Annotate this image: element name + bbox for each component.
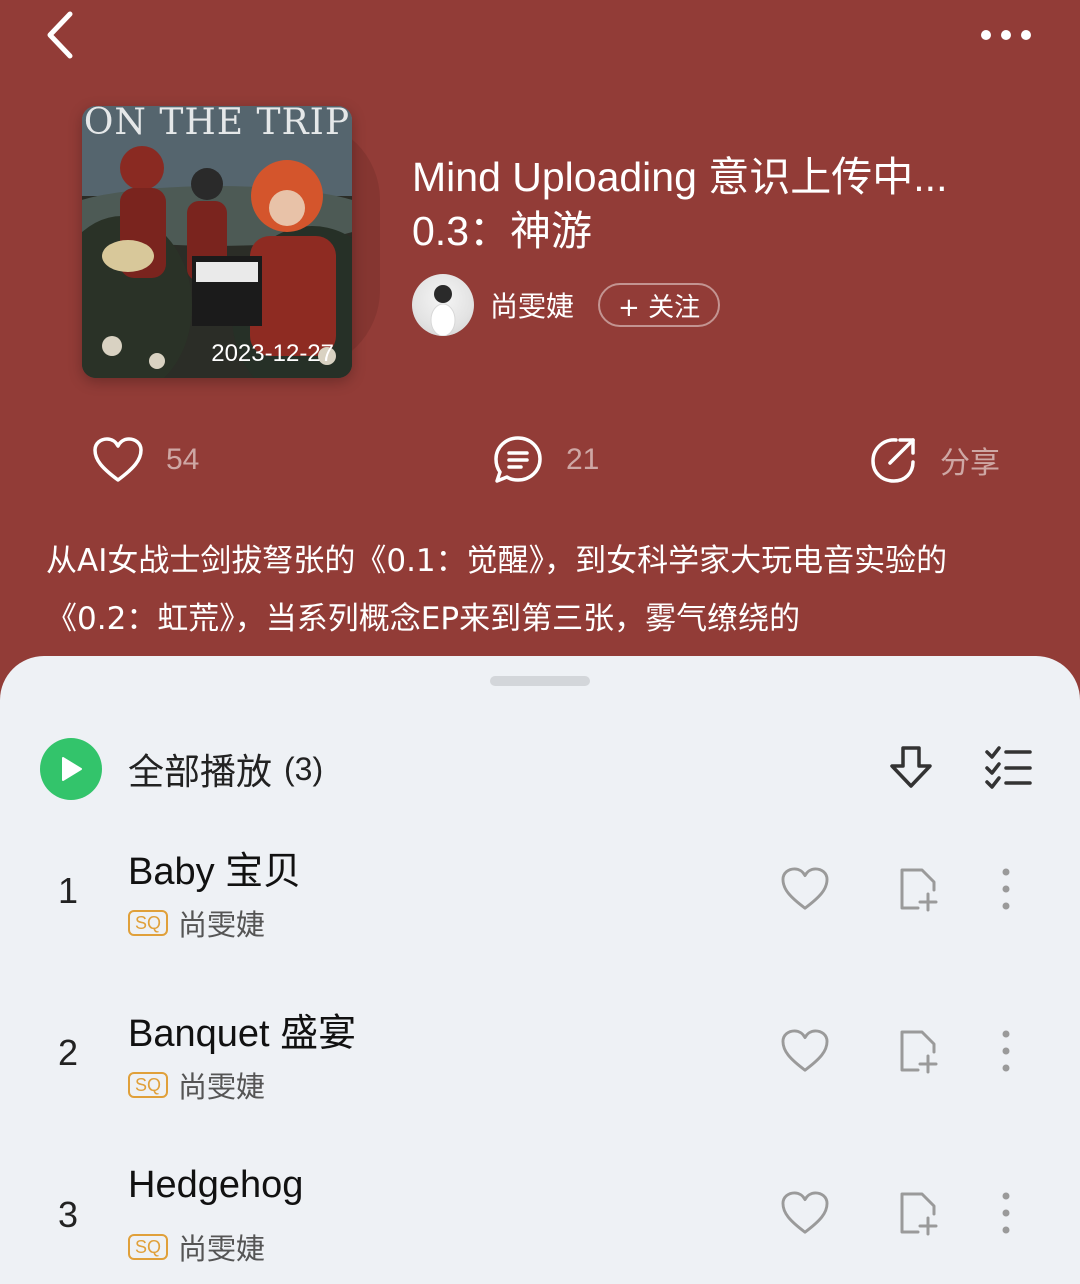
track-like-button[interactable] xyxy=(780,1028,830,1078)
play-all-count: (3) xyxy=(284,750,324,787)
multi-select-button[interactable] xyxy=(984,744,1032,794)
track-row[interactable]: 3 Hedgehog SQ 尚雯婕 xyxy=(0,1156,1080,1284)
avatar-figure xyxy=(430,285,456,336)
play-all-button[interactable] xyxy=(40,738,102,800)
track-meta: SQ 尚雯婕 xyxy=(128,1064,265,1106)
track-artist: 尚雯婕 xyxy=(178,1232,266,1266)
sq-badge: SQ xyxy=(128,910,169,936)
like-count: 54 xyxy=(166,443,200,476)
more-vertical-icon xyxy=(1002,868,1010,910)
heart-outline-icon xyxy=(781,867,829,910)
more-vertical-icon xyxy=(1002,1192,1010,1234)
track-more-button[interactable] xyxy=(994,1190,1018,1240)
album-title: Mind Uploading 意识上传中... 0.3：神游 xyxy=(412,154,948,254)
download-button[interactable] xyxy=(888,744,934,796)
cover-title-text: ON THE TRIP xyxy=(83,106,351,143)
more-vertical-icon xyxy=(1002,1030,1010,1072)
heart-outline-icon xyxy=(781,1191,829,1234)
play-all-label: 全部播放 xyxy=(128,752,273,793)
chevron-left-icon xyxy=(47,11,73,59)
artist-avatar[interactable] xyxy=(412,274,474,336)
add-to-playlist-icon xyxy=(900,1192,938,1236)
sheet-drag-handle[interactable] xyxy=(490,676,590,686)
share-action[interactable]: 分享 xyxy=(868,432,1000,488)
track-number: 2 xyxy=(58,1032,79,1073)
artist-name[interactable]: 尚雯婕 xyxy=(490,285,574,325)
heart-icon xyxy=(93,437,143,482)
track-add-to-playlist-button[interactable] xyxy=(896,1028,940,1078)
track-meta: SQ 尚雯婕 xyxy=(128,902,265,944)
add-to-playlist-icon xyxy=(900,868,938,912)
track-meta: SQ 尚雯婕 xyxy=(128,1226,265,1268)
download-icon xyxy=(890,746,932,788)
heart-outline-icon xyxy=(781,1029,829,1072)
share-label: 分享 xyxy=(940,447,1000,480)
track-artist: 尚雯婕 xyxy=(178,908,266,942)
track-title: Hedgehog xyxy=(128,1164,304,1206)
track-number: 3 xyxy=(58,1194,79,1235)
more-horizontal-icon xyxy=(981,30,1031,40)
sq-badge: SQ xyxy=(128,1072,169,1098)
cover-date: 2023-12-27 xyxy=(211,340,334,367)
track-like-button[interactable] xyxy=(780,866,830,916)
track-more-button[interactable] xyxy=(994,866,1018,916)
playlist-sheet: 全部播放 (3) 1 Baby 宝贝 SQ 尚雯婕 2 Banquet 盛宴 S… xyxy=(0,656,1080,1284)
follow-label: + 关注 xyxy=(618,292,701,323)
follow-button[interactable]: + 关注 xyxy=(598,283,721,327)
top-bar xyxy=(0,0,1080,70)
track-row[interactable]: 1 Baby 宝贝 SQ 尚雯婕 xyxy=(0,832,1080,992)
album-cover-art xyxy=(82,106,352,378)
track-more-button[interactable] xyxy=(994,1028,1018,1078)
track-artist: 尚雯婕 xyxy=(178,1070,266,1104)
share-icon xyxy=(871,438,915,483)
checklist-icon xyxy=(985,746,1032,789)
track-title: Baby 宝贝 xyxy=(128,851,302,893)
album-cover[interactable]: ON THE TRIP 2023-12-27 xyxy=(82,106,352,378)
comment-action[interactable]: 21 xyxy=(492,432,599,488)
track-number: 1 xyxy=(58,870,79,911)
comment-icon xyxy=(494,436,542,483)
play-icon xyxy=(62,757,82,781)
track-add-to-playlist-button[interactable] xyxy=(896,1190,940,1240)
artist-row: 尚雯婕 + 关注 xyxy=(412,274,721,336)
album-description[interactable]: 从AI女战士剑拔弩张的《0.1：觉醒》，到女科学家大玩电音实验的《0.2：虹荒》… xyxy=(46,532,1046,648)
track-like-button[interactable] xyxy=(780,1190,830,1240)
more-button[interactable] xyxy=(972,18,1042,52)
back-button[interactable] xyxy=(38,8,88,62)
sq-badge: SQ xyxy=(128,1234,169,1260)
track-row[interactable]: 2 Banquet 盛宴 SQ 尚雯婕 xyxy=(0,994,1080,1154)
play-all-row[interactable]: 全部播放 (3) xyxy=(40,738,323,800)
track-add-to-playlist-button[interactable] xyxy=(896,866,940,916)
comment-count: 21 xyxy=(566,443,600,476)
add-to-playlist-icon xyxy=(900,1030,938,1074)
like-action[interactable]: 54 xyxy=(92,432,199,488)
track-title: Banquet 盛宴 xyxy=(128,1013,357,1055)
